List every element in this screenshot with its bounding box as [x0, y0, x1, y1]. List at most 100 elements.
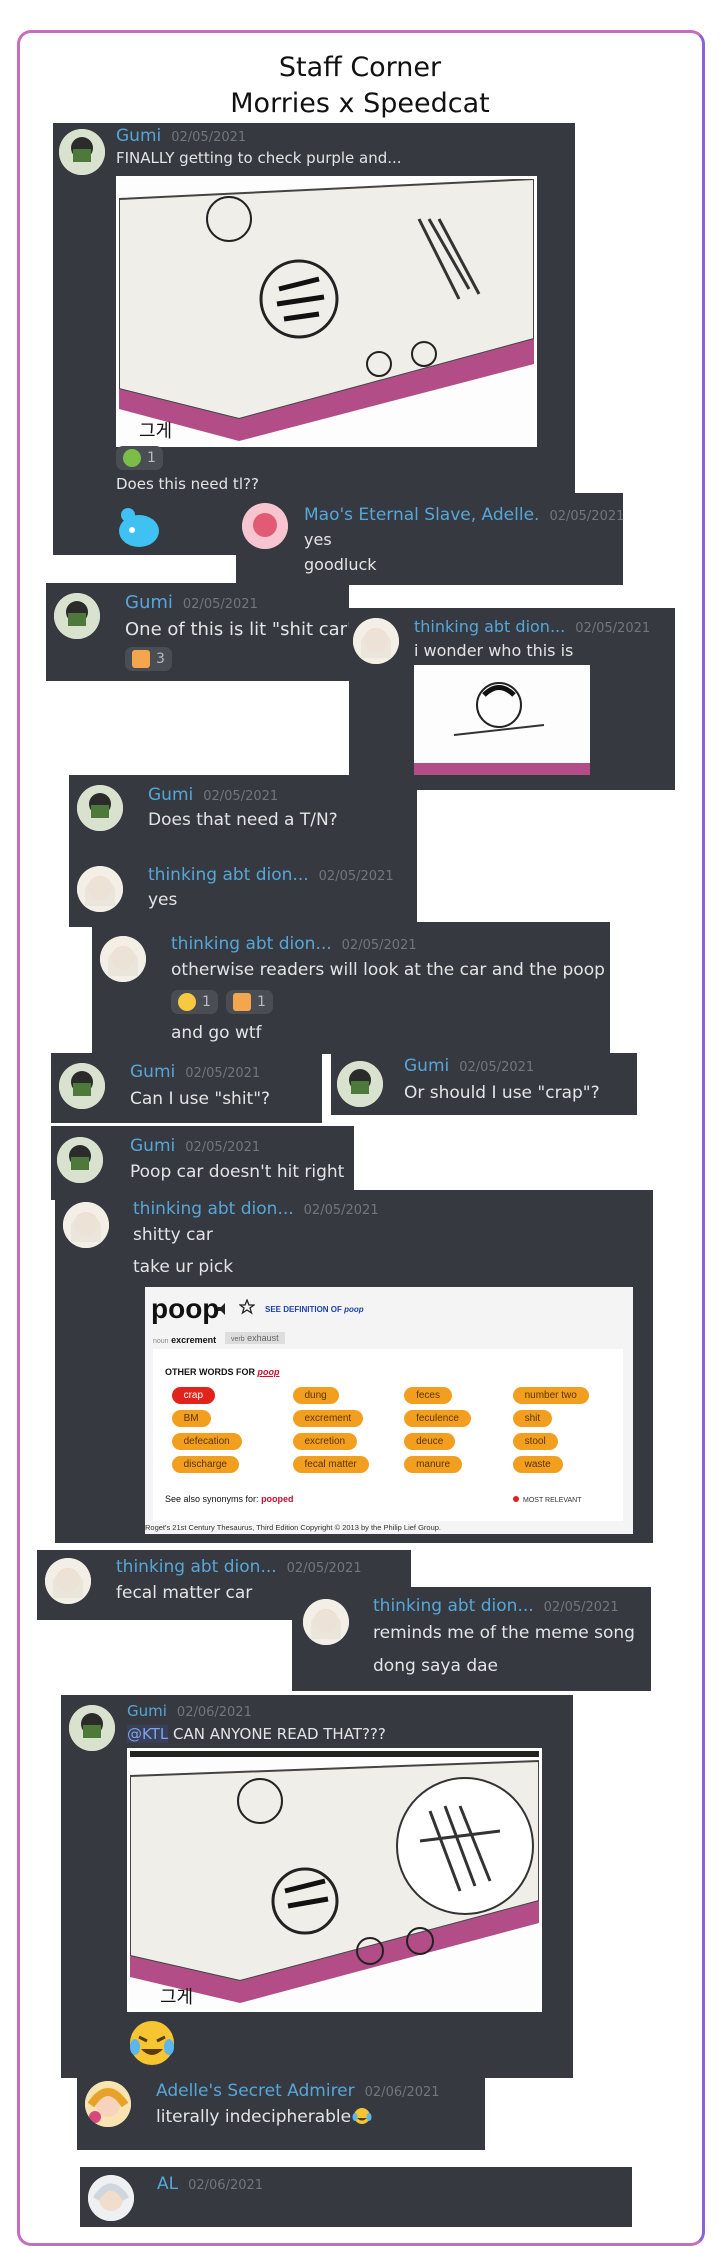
username[interactable]: AL 02/06/2021 [157, 2174, 263, 2194]
message-card: Gumi 02/05/2021 Can I use "shit"? [51, 1053, 322, 1123]
username[interactable]: Gumi 02/05/2021 [130, 1062, 260, 1082]
message-text: fecal matter car [116, 1583, 253, 1603]
speaker-icon[interactable] [217, 1301, 231, 1315]
synonym-pill[interactable]: feculence [404, 1410, 471, 1427]
username[interactable]: Adelle's Secret Admirer 02/06/2021 [156, 2081, 440, 2101]
synonym-pill[interactable]: stool [512, 1433, 558, 1450]
synonym-pill[interactable]: BM [171, 1410, 211, 1427]
synonym-pill[interactable]: number two [512, 1387, 589, 1404]
synonym-pill[interactable]: deuce [404, 1433, 456, 1450]
message-text: Does this need tl?? [116, 475, 259, 493]
sushi-emoji-icon [132, 650, 150, 668]
thesaurus-embed[interactable]: poop SEE DEFINITION OF poop noun excreme… [145, 1287, 633, 1534]
gumi-avatar[interactable] [59, 129, 105, 175]
manga-caption: 그게 [160, 1987, 193, 2008]
tab-noun[interactable]: noun excrement [153, 1335, 216, 1345]
username[interactable]: Gumi 02/05/2021 [404, 1056, 534, 1076]
username[interactable]: thinking abt dion... 02/05/2021 [148, 865, 394, 885]
gumi-avatar[interactable] [57, 1137, 103, 1183]
manga-zoom-image[interactable]: 그게 [127, 1748, 542, 2012]
username[interactable]: Gumi 02/05/2021 [148, 785, 278, 805]
thesaurus-headword: poop [151, 1293, 220, 1324]
manga-image[interactable]: 그게 [116, 176, 537, 447]
username[interactable]: Gumi 02/05/2021 [125, 592, 258, 613]
user-avatar[interactable] [85, 2081, 131, 2127]
user-avatar[interactable] [242, 503, 288, 549]
message-text: and go wtf [171, 1023, 262, 1043]
message-card: thinking abt dion... 02/05/2021 reminds m… [292, 1587, 651, 1691]
dion-avatar[interactable] [45, 1558, 91, 1604]
rofl-emoji-icon [178, 993, 196, 1011]
manga-caption: 그게 [139, 421, 172, 442]
message-text: One of this is lit "shit car" [125, 619, 356, 640]
dion-avatar[interactable] [63, 1202, 109, 1248]
message-text: i wonder who this is [414, 641, 574, 660]
user-avatar[interactable] [88, 2175, 134, 2221]
message-card: thinking abt dion... 02/05/2021 shitty ca… [55, 1190, 653, 1543]
message-text: Poop car doesn't hit right [130, 1162, 345, 1182]
username[interactable]: Mao's Eternal Slave, Adelle. 02/05/2021 [304, 505, 624, 525]
synonym-pill[interactable]: manure [404, 1456, 462, 1473]
reaction-chip[interactable]: 1 [226, 990, 273, 1014]
message-card: thinking abt dion... 02/05/2021 otherwise… [92, 922, 610, 1054]
manga-crop-image[interactable] [414, 665, 590, 775]
username[interactable]: thinking abt dion... 02/05/2021 [116, 1557, 362, 1577]
dion-avatar[interactable] [77, 866, 123, 912]
sticker-icon [116, 505, 162, 549]
reaction-chip[interactable]: 3 [125, 647, 172, 671]
synonym-pill[interactable]: excrement [292, 1410, 364, 1427]
relevance-dot-icon [513, 1496, 519, 1502]
most-relevant-legend: MOST RELEVANT [513, 1496, 581, 1504]
page-subtitle: Morries x Speedcat [230, 88, 490, 119]
crying-laughing-sticker-icon [127, 2019, 177, 2067]
gumi-avatar[interactable] [59, 1063, 105, 1109]
gumi-avatar[interactable] [54, 593, 100, 639]
gumi-avatar[interactable] [337, 1061, 383, 1107]
username[interactable]: Gumi 02/05/2021 [116, 126, 246, 146]
star-icon[interactable] [238, 1298, 256, 1315]
username[interactable]: thinking abt dion... 02/05/2021 [373, 1596, 619, 1616]
username[interactable]: thinking abt dion... 02/05/2021 [414, 617, 650, 636]
gumi-avatar[interactable] [69, 1705, 115, 1751]
reaction-chip[interactable]: 1 [116, 446, 163, 470]
see-definition-link[interactable]: SEE DEFINITION OF poop [265, 1305, 364, 1314]
message-card: Gumi 02/05/2021 Or should I use "crap"? [331, 1053, 637, 1115]
dion-avatar[interactable] [303, 1599, 349, 1645]
synonym-pill[interactable]: feces [404, 1387, 452, 1404]
username[interactable]: Gumi 02/06/2021 [127, 1702, 252, 1720]
message-text: Can I use "shit"? [130, 1089, 271, 1109]
dion-avatar[interactable] [100, 936, 146, 982]
reaction-chip[interactable]: 1 [171, 990, 218, 1014]
gumi-avatar[interactable] [77, 785, 123, 831]
dion-avatar[interactable] [353, 618, 399, 664]
crying-laughing-emoji-icon [352, 2107, 372, 2125]
synonym-pill[interactable]: waste [512, 1456, 563, 1473]
message-card: Gumi 02/05/2021 Does that need a T/N? thi… [69, 775, 417, 927]
message-text: goodluck [304, 555, 377, 574]
message-card: Adelle's Secret Admirer 02/06/2021 litera… [77, 2074, 485, 2150]
message-card: thinking abt dion... 02/05/2021 i wonder … [349, 608, 675, 790]
see-also: See also synonyms for: pooped [165, 1494, 294, 1504]
synonym-pill[interactable]: dung [292, 1387, 339, 1404]
clover-emoji-icon [123, 449, 141, 467]
message-text: yes [304, 530, 332, 549]
synonym-pill[interactable]: defecation [171, 1433, 242, 1450]
synonym-pill[interactable]: discharge [171, 1456, 239, 1473]
synonym-pill[interactable]: crap [171, 1387, 216, 1404]
message-text: Does that need a T/N? [148, 810, 338, 830]
synonym-pill[interactable]: fecal matter [292, 1456, 369, 1473]
synonym-pill[interactable]: excretion [292, 1433, 358, 1450]
message-text: take ur pick [133, 1257, 234, 1277]
user-mention[interactable]: @KTL [127, 1725, 169, 1743]
thesaurus-footer: Roget's 21st Century Thesaurus, Third Ed… [145, 1523, 442, 1532]
username[interactable]: thinking abt dion... 02/05/2021 [171, 934, 417, 954]
synonyms-panel: OTHER WORDS FOR poop crap dung feces number… [153, 1349, 623, 1521]
username[interactable]: Gumi 02/05/2021 [130, 1136, 260, 1156]
tab-verb[interactable]: verb exhaust [225, 1332, 285, 1344]
username[interactable]: thinking abt dion... 02/05/2021 [133, 1199, 379, 1219]
message-text: otherwise readers will look at the car a… [171, 960, 605, 980]
message-text: reminds me of the meme song [373, 1623, 635, 1643]
synonym-pill[interactable]: shit [512, 1410, 553, 1427]
message-text: literally indecipherable [156, 2107, 372, 2127]
message-card: Gumi 02/05/2021 Poop car doesn't hit righ… [51, 1126, 354, 1200]
